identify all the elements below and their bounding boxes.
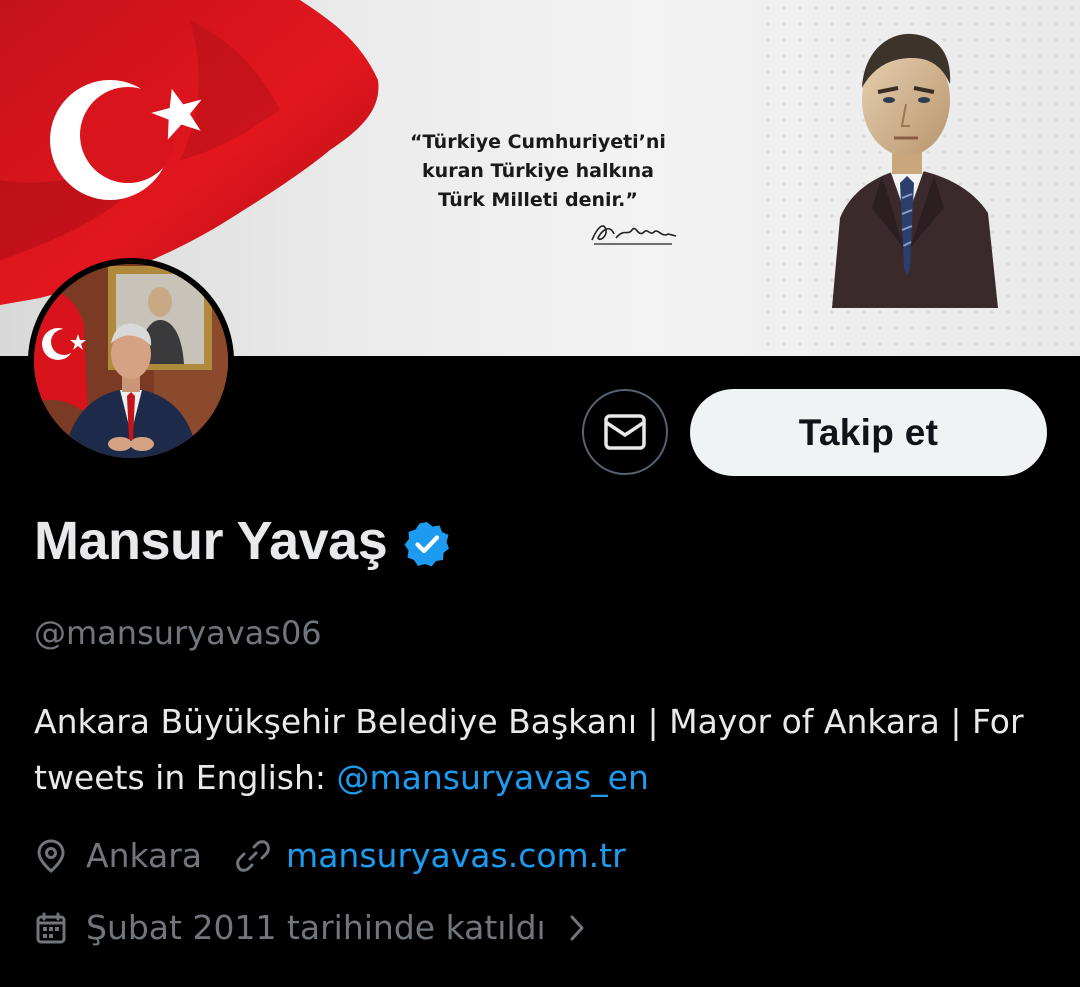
calendar-icon bbox=[34, 911, 68, 945]
follow-button[interactable]: Takip et bbox=[690, 389, 1047, 476]
user-handle: @mansuryavas06 bbox=[34, 614, 322, 652]
profile-joined-row[interactable]: Şubat 2011 tarihinde katıldı bbox=[34, 908, 586, 947]
banner-quote: “Türkiye Cumhuriyeti’ni kuran Türkiye ha… bbox=[378, 128, 698, 215]
quote-line: “Türkiye Cumhuriyeti’ni bbox=[410, 131, 666, 153]
envelope-icon bbox=[604, 414, 646, 450]
signature-image bbox=[591, 225, 677, 245]
chevron-right-icon[interactable] bbox=[568, 913, 586, 943]
website-link[interactable]: mansuryavas.com.tr bbox=[286, 836, 626, 875]
display-name: Mansur Yavaş bbox=[34, 511, 388, 571]
location-pin-icon bbox=[34, 838, 68, 874]
portrait-image bbox=[832, 33, 998, 308]
avatar[interactable] bbox=[28, 258, 234, 464]
message-button[interactable] bbox=[582, 389, 668, 475]
joined-date-text: Şubat 2011 tarihinde katıldı bbox=[86, 908, 546, 947]
profile-name-row: Mansur Yavaş bbox=[34, 510, 451, 572]
verified-badge-icon[interactable] bbox=[403, 520, 451, 568]
quote-line: kuran Türkiye halkına bbox=[422, 160, 654, 182]
profile-meta-row: Ankara mansuryavas.com.tr bbox=[34, 836, 626, 875]
avatar-photo bbox=[34, 264, 228, 458]
profile-bio: Ankara Büyükşehir Belediye Başkanı | May… bbox=[34, 694, 1044, 806]
location-text: Ankara bbox=[86, 836, 203, 875]
bio-mention-link[interactable]: @mansuryavas_en bbox=[337, 758, 649, 797]
link-icon bbox=[236, 839, 270, 873]
quote-line: Türk Milleti denir.” bbox=[438, 189, 638, 211]
